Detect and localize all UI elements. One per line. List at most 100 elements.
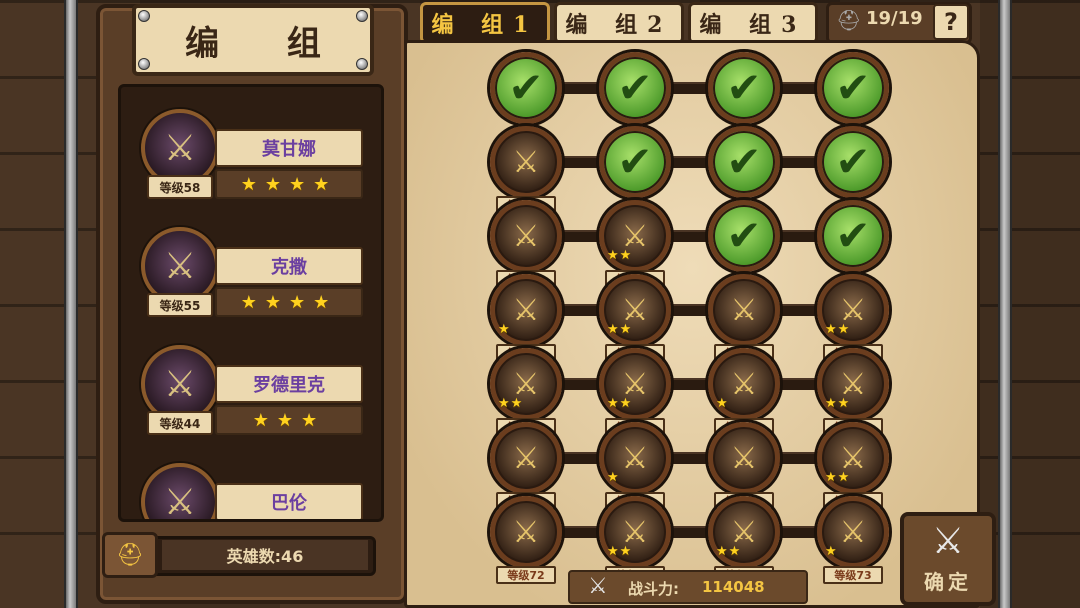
checkmark-icon: ✔ (726, 137, 762, 186)
grid-connector (558, 82, 603, 94)
combat-power-label: 战斗力: (628, 580, 679, 598)
hero-name: 巴伦 (215, 483, 363, 519)
slot-stars: ★★ (498, 396, 524, 411)
grid-connector (667, 452, 712, 464)
hero-card-roderick[interactable]: ⚔ 罗德里克 ★★★ 等级44 (135, 333, 381, 441)
grid-connector (776, 378, 821, 390)
hero-stars: ★★★★ (215, 287, 363, 317)
hero-avatar: ⚔ (141, 463, 219, 519)
slot-stars: ★★ (825, 396, 851, 411)
panel-title: 编 组 (132, 4, 374, 76)
grid-connector (667, 156, 712, 168)
hero-name: 罗德里克 (215, 365, 363, 403)
empty-slot-check[interactable]: ✔ (708, 126, 780, 198)
hero-slot[interactable]: ⚔ (708, 274, 780, 346)
hero-portrait-icon: ⚔ (621, 440, 649, 476)
hero-portrait-icon: ⚔ (512, 292, 540, 328)
capacity-counter: 19/19 (866, 8, 923, 29)
grid-connector (667, 82, 712, 94)
hero-portrait-icon: ⚔ (512, 144, 540, 180)
hero-slot[interactable]: ⚔ (490, 422, 562, 494)
helmet-icon[interactable]: ⛑ (102, 532, 158, 578)
hero-stars: ★★★ (215, 405, 363, 435)
hero-name: 克撒 (215, 247, 363, 285)
grid-connector (776, 526, 821, 538)
confirm-label: 确定 (924, 569, 972, 594)
tab-formation-3[interactable]: 编 组3 (688, 2, 818, 44)
grid-connector (667, 526, 712, 538)
slot-stars: ★★ (607, 396, 633, 411)
checkmark-icon: ✔ (835, 211, 871, 260)
empty-slot-check[interactable]: ✔ (599, 126, 671, 198)
tab-formation-2[interactable]: 编 组2 (554, 2, 684, 44)
hero-count: 英雄数:46 (162, 540, 368, 570)
help-button[interactable]: ? (933, 4, 969, 40)
checkmark-icon: ✔ (617, 63, 653, 112)
nail-icon (138, 58, 150, 70)
checkmark-icon: ✔ (508, 63, 544, 112)
nail-icon (356, 58, 368, 70)
slot-stars: ★ (825, 544, 838, 559)
empty-slot-check[interactable]: ✔ (599, 52, 671, 124)
hero-portrait-icon: ⚔ (512, 514, 540, 550)
hero-name: 莫甘娜 (215, 129, 363, 167)
hero-portrait-icon: ⚔ (730, 366, 758, 402)
knights-icon: ⛑ (836, 8, 862, 32)
grid-connector (776, 156, 821, 168)
grid-connector (667, 304, 712, 316)
hero-slot[interactable]: ⚔ (708, 422, 780, 494)
slot-stars: ★★ (607, 322, 633, 337)
grid-connector (776, 230, 821, 242)
grid-connector (558, 230, 603, 242)
slot-stars: ★★ (825, 470, 851, 485)
grid-connector (667, 230, 712, 242)
nail-icon (138, 10, 150, 22)
empty-slot-check[interactable]: ✔ (708, 52, 780, 124)
hero-slot[interactable]: ⚔ (490, 126, 562, 198)
slot-stars: ★★ (716, 544, 742, 559)
hero-portrait-icon: ⚔ (512, 218, 540, 254)
hero-card-kesa[interactable]: ⚔ 克撒 ★★★★ 等级55 (135, 215, 381, 323)
crossed-swords-icon: ⚔ (588, 574, 608, 599)
slot-stars: ★★ (825, 322, 851, 337)
slot-level: 等级72 (496, 566, 556, 584)
hero-slot[interactable]: ⚔ (490, 200, 562, 272)
checkmark-icon: ✔ (835, 63, 871, 112)
empty-slot-check[interactable]: ✔ (817, 126, 889, 198)
crossed-swords-icon: ⚔ (931, 520, 965, 562)
checkmark-icon: ✔ (835, 137, 871, 186)
grid-connector (776, 452, 821, 464)
slot-stars: ★ (498, 322, 511, 337)
hero-portrait-icon: ⚔ (839, 514, 867, 550)
grid-connector (558, 304, 603, 316)
hero-card-morgana[interactable]: ⚔ 莫甘娜 ★★★★ 等级58 (135, 97, 381, 205)
combat-power-value: 114048 (702, 578, 765, 596)
grid-connector (776, 304, 821, 316)
grid-connector (667, 378, 712, 390)
hero-stars: ★★★★ (215, 169, 363, 199)
grid-connector (776, 82, 821, 94)
hero-portrait-icon: ⚔ (730, 440, 758, 476)
grid-connector (558, 378, 603, 390)
grid-connector (558, 156, 603, 168)
hero-card-baron[interactable]: ⚔ 巴伦 (135, 451, 381, 519)
empty-slot-check[interactable]: ✔ (490, 52, 562, 124)
checkmark-icon: ✔ (726, 211, 762, 260)
slot-stars: ★ (716, 396, 729, 411)
tab-formation-1[interactable]: 编 组1 (420, 2, 550, 44)
metal-rail-right (998, 0, 1012, 608)
empty-slot-check[interactable]: ✔ (817, 200, 889, 272)
empty-slot-check[interactable]: ✔ (817, 52, 889, 124)
hero-roster-list[interactable]: ⚔ 莫甘娜 ★★★★ 等级58 ⚔ 克撒 ★★★★ 等级55 ⚔ 罗德里克 ★★… (118, 84, 384, 522)
nail-icon (356, 10, 368, 22)
confirm-button[interactable]: ⚔ 确定 (900, 512, 996, 606)
hero-portrait-icon: ⚔ (730, 292, 758, 328)
hero-level: 等级58 (147, 175, 213, 199)
hero-slot[interactable]: ⚔ (490, 496, 562, 568)
empty-slot-check[interactable]: ✔ (708, 200, 780, 272)
hero-level: 等级44 (147, 411, 213, 435)
checkmark-icon: ✔ (726, 63, 762, 112)
metal-rail-left (64, 0, 78, 608)
slot-level: 等级73 (823, 566, 883, 584)
checkmark-icon: ✔ (617, 137, 653, 186)
